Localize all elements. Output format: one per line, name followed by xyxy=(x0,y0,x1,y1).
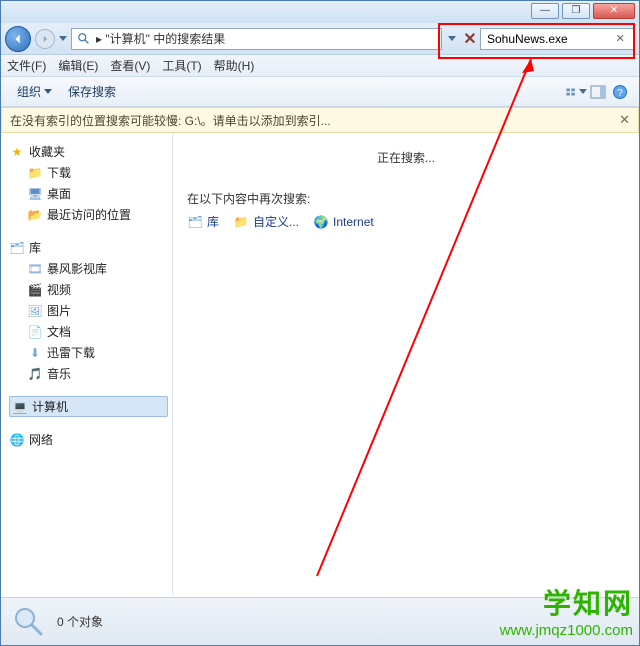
status-bar: 0 个对象 xyxy=(1,597,639,645)
minimize-button[interactable]: — xyxy=(531,3,559,19)
chevron-down-icon xyxy=(448,36,456,41)
menu-view[interactable]: 查看(V) xyxy=(110,57,150,74)
organize-button[interactable]: 组织 xyxy=(9,81,60,102)
help-button[interactable]: ? xyxy=(609,81,631,103)
search-location-icon xyxy=(76,31,92,47)
search-again-custom[interactable]: 📁自定义... xyxy=(233,213,299,230)
library-icon: 🗂 xyxy=(9,240,25,256)
warning-text: 在没有索引的位置搜索可能较慢: G:\。请单击以添加到索引... xyxy=(10,112,331,129)
chevron-down-icon xyxy=(579,89,587,94)
search-box[interactable]: ✕ xyxy=(480,28,635,50)
tree-downloads[interactable]: 📁下载 xyxy=(9,162,168,183)
search-again-library[interactable]: 🗂库 xyxy=(187,213,219,230)
search-again-label: 在以下内容中再次搜索: xyxy=(187,190,625,207)
network-icon: 🌐 xyxy=(9,432,25,448)
search-input[interactable] xyxy=(485,31,616,47)
video-lib-icon: 🎞 xyxy=(27,261,43,277)
tree-recent[interactable]: 📂最近访问的位置 xyxy=(9,204,168,225)
tree-desktop[interactable]: 🖥桌面 xyxy=(9,183,168,204)
internet-icon: 🌍 xyxy=(313,214,329,230)
index-warning-bar[interactable]: 在没有索引的位置搜索可能较慢: G:\。请单击以添加到索引... ✕ xyxy=(1,107,639,133)
toolbar: 组织 保存搜索 ? xyxy=(1,77,639,107)
computer-icon: 💻 xyxy=(12,399,28,415)
content-pane: 正在搜索... 在以下内容中再次搜索: 🗂库 📁自定义... 🌍Internet xyxy=(173,133,639,595)
tree-libraries[interactable]: 🗂 库 xyxy=(9,237,168,258)
chevron-down-icon xyxy=(59,36,67,41)
tree-xunlei[interactable]: ⬇迅雷下载 xyxy=(9,342,168,363)
tree-music[interactable]: 🎵音乐 xyxy=(9,363,168,384)
star-icon: ★ xyxy=(9,144,25,160)
menu-edit[interactable]: 编辑(E) xyxy=(58,57,98,74)
view-options-button[interactable] xyxy=(565,81,587,103)
menu-file[interactable]: 文件(F) xyxy=(7,57,46,74)
svg-text:?: ? xyxy=(617,88,623,99)
tree-favorites[interactable]: ★ 收藏夹 xyxy=(9,141,168,162)
nav-forward-button[interactable] xyxy=(35,29,55,49)
address-bar[interactable]: ▸ "计算机" 中的搜索结果 xyxy=(71,28,442,50)
address-dropdown[interactable] xyxy=(444,36,460,41)
preview-pane-button[interactable] xyxy=(587,81,609,103)
status-count: 0 个对象 xyxy=(57,613,103,630)
nav-history-dropdown[interactable] xyxy=(57,26,69,52)
warning-close-button[interactable]: ✕ xyxy=(619,112,630,128)
tree-network[interactable]: 🌐 网络 xyxy=(9,429,168,450)
main-area: ★ 收藏夹 📁下载 🖥桌面 📂最近访问的位置 🗂 库 🎞暴风影视库 🎬视频 🖼图… xyxy=(1,133,639,595)
title-bar: — ❐ ✕ xyxy=(1,1,639,23)
navigation-tree: ★ 收藏夹 📁下载 🖥桌面 📂最近访问的位置 🗂 库 🎞暴风影视库 🎬视频 🖼图… xyxy=(1,133,173,595)
save-search-button[interactable]: 保存搜索 xyxy=(60,81,124,102)
magnifier-icon xyxy=(11,604,47,640)
address-bar-row: ▸ "计算机" 中的搜索结果 ✕ ✕ xyxy=(1,23,639,55)
desktop-icon: 🖥 xyxy=(27,186,43,202)
menu-help[interactable]: 帮助(H) xyxy=(214,57,255,74)
maximize-button[interactable]: ❐ xyxy=(562,3,590,19)
recent-icon: 📂 xyxy=(27,207,43,223)
documents-icon: 📄 xyxy=(27,324,43,340)
tree-videos[interactable]: 🎬视频 xyxy=(9,279,168,300)
search-again-internet[interactable]: 🌍Internet xyxy=(313,214,374,230)
menu-tools[interactable]: 工具(T) xyxy=(162,57,201,74)
view-icon xyxy=(565,84,576,100)
nav-back-button[interactable] xyxy=(5,26,31,52)
chevron-down-icon xyxy=(44,89,52,94)
videos-icon: 🎬 xyxy=(27,282,43,298)
library-icon: 🗂 xyxy=(187,214,203,230)
arrow-right-icon xyxy=(40,34,50,44)
folder-icon: 📁 xyxy=(233,214,249,230)
address-text: "计算机" 中的搜索结果 xyxy=(105,30,225,47)
music-icon: 🎵 xyxy=(27,366,43,382)
download-lib-icon: ⬇ xyxy=(27,345,43,361)
search-clear-icon[interactable]: ✕ xyxy=(616,32,630,45)
arrow-left-icon xyxy=(11,32,25,46)
menu-bar: 文件(F) 编辑(E) 查看(V) 工具(T) 帮助(H) xyxy=(1,55,639,77)
search-again-row: 🗂库 📁自定义... 🌍Internet xyxy=(187,213,625,230)
tree-baofeng[interactable]: 🎞暴风影视库 xyxy=(9,258,168,279)
searching-label: 正在搜索... xyxy=(187,149,625,166)
folder-icon: 📁 xyxy=(27,165,43,181)
close-button[interactable]: ✕ xyxy=(593,3,635,19)
pane-icon xyxy=(590,84,606,100)
help-icon: ? xyxy=(612,84,628,100)
pictures-icon: 🖼 xyxy=(27,303,43,319)
tree-documents[interactable]: 📄文档 xyxy=(9,321,168,342)
tree-computer[interactable]: 💻 计算机 xyxy=(9,396,168,417)
address-clear-button[interactable]: ✕ xyxy=(462,28,478,50)
tree-pictures[interactable]: 🖼图片 xyxy=(9,300,168,321)
